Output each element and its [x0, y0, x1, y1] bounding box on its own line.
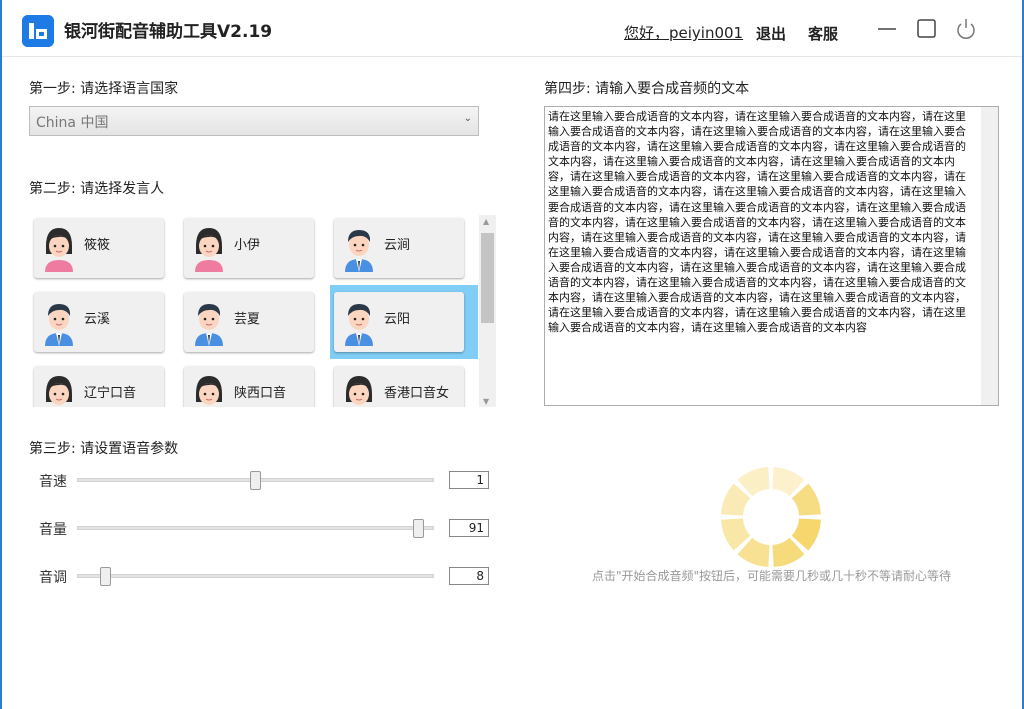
- scroll-up-icon[interactable]: ▲: [483, 217, 489, 226]
- female-avatar-icon: [195, 228, 223, 272]
- speaker-card[interactable]: 云阳: [334, 292, 464, 352]
- speaker-card[interactable]: 云涧: [334, 218, 464, 278]
- power-close-icon[interactable]: [955, 18, 977, 40]
- speaker-card[interactable]: 芸夏: [184, 292, 314, 352]
- male-avatar-icon: [345, 304, 373, 346]
- speaker-card[interactable]: 云溪: [34, 292, 164, 352]
- synthesis-text-input[interactable]: 请在这里输入要合成语音的文本内容，请在这里输入要合成语音的文本内容，请在这里输入…: [544, 106, 999, 406]
- step4-label: 第四步: 请输入要合成音频的文本: [544, 81, 750, 97]
- speaker-card[interactable]: 辽宁口音: [34, 366, 164, 407]
- synthesis-hint-text: 点击"开始合成音频"按钮后，可能需要几秒或几十秒不等请耐心等待: [591, 569, 952, 583]
- param-label: 音调: [39, 570, 67, 586]
- user-greeting-link[interactable]: 您好，peiyin001: [624, 22, 743, 43]
- param-slider[interactable]: [77, 471, 434, 490]
- speaker-name: 小伊: [234, 238, 261, 253]
- loading-spinner-icon: [721, 467, 821, 567]
- speaker-name: 筱筱: [84, 238, 111, 253]
- text-area-scrollbar[interactable]: [981, 107, 998, 405]
- scroll-down-icon[interactable]: ▼: [483, 397, 489, 406]
- speaker-name: 云涧: [384, 238, 411, 253]
- speaker-name: 云溪: [84, 312, 111, 327]
- param-slider[interactable]: [77, 519, 434, 538]
- param-value-input[interactable]: 1: [449, 471, 489, 489]
- scrollbar-thumb[interactable]: [481, 233, 494, 323]
- param-slider[interactable]: [77, 567, 434, 586]
- slider-thumb[interactable]: [249, 471, 261, 490]
- app-title: 银河街配音辅助工具V2.19: [64, 22, 273, 42]
- slider-thumb[interactable]: [412, 519, 424, 538]
- speaker-name: 云阳: [384, 312, 411, 327]
- param-value-input[interactable]: 91: [449, 519, 489, 537]
- speaker-list: 筱筱 小伊 云涧云溪 芸夏 云阳辽宁口音 陕西口音 香港口音女: [29, 210, 496, 407]
- speaker-card[interactable]: 陕西口音: [184, 366, 314, 407]
- male-avatar-icon: [345, 230, 373, 272]
- male-avatar-icon: [45, 304, 73, 346]
- speaker-name: 芸夏: [234, 312, 261, 327]
- language-country-select[interactable]: China 中国 ⌄: [29, 106, 479, 136]
- speaker-name: 香港口音女: [384, 386, 450, 401]
- synthesis-text-content: 请在这里输入要合成语音的文本内容，请在这里输入要合成语音的文本内容，请在这里输入…: [548, 110, 966, 335]
- speaker-card[interactable]: 香港口音女: [334, 366, 464, 407]
- female-avatar-icon: [45, 228, 73, 272]
- title-bar: 银河街配音辅助工具V2.19 您好，peiyin001 退出 客服: [2, 0, 1022, 57]
- step3-label: 第三步: 请设置语音参数: [29, 441, 179, 457]
- step2-label: 第二步: 请选择发言人: [29, 181, 165, 197]
- language-selected-value: China 中国: [36, 115, 109, 131]
- speaker-card[interactable]: 筱筱: [34, 218, 164, 278]
- female-avatar-icon: [346, 376, 372, 405]
- minimize-icon[interactable]: [876, 18, 898, 40]
- logout-button[interactable]: 退出: [756, 23, 786, 44]
- param-value-input[interactable]: 8: [449, 567, 489, 585]
- speaker-card[interactable]: 小伊: [184, 218, 314, 278]
- step1-label: 第一步: 请选择语言国家: [29, 81, 179, 97]
- male-avatar-icon: [195, 304, 223, 346]
- speaker-list-scrollbar[interactable]: ▲ ▼: [479, 215, 496, 407]
- chevron-down-icon: ⌄: [463, 113, 472, 124]
- speaker-name: 陕西口音: [234, 386, 287, 401]
- app-window: 银河街配音辅助工具V2.19 您好，peiyin001 退出 客服 第一步: 请…: [0, 0, 1024, 709]
- param-label: 音速: [39, 474, 67, 490]
- maximize-icon[interactable]: [916, 18, 938, 40]
- customer-service-button[interactable]: 客服: [808, 23, 838, 44]
- param-label: 音量: [39, 522, 67, 538]
- slider-thumb[interactable]: [100, 567, 112, 586]
- speaker-name: 辽宁口音: [84, 386, 137, 401]
- female-avatar-icon: [196, 376, 222, 405]
- female-avatar-icon: [46, 376, 72, 405]
- app-logo-icon: [22, 15, 54, 47]
